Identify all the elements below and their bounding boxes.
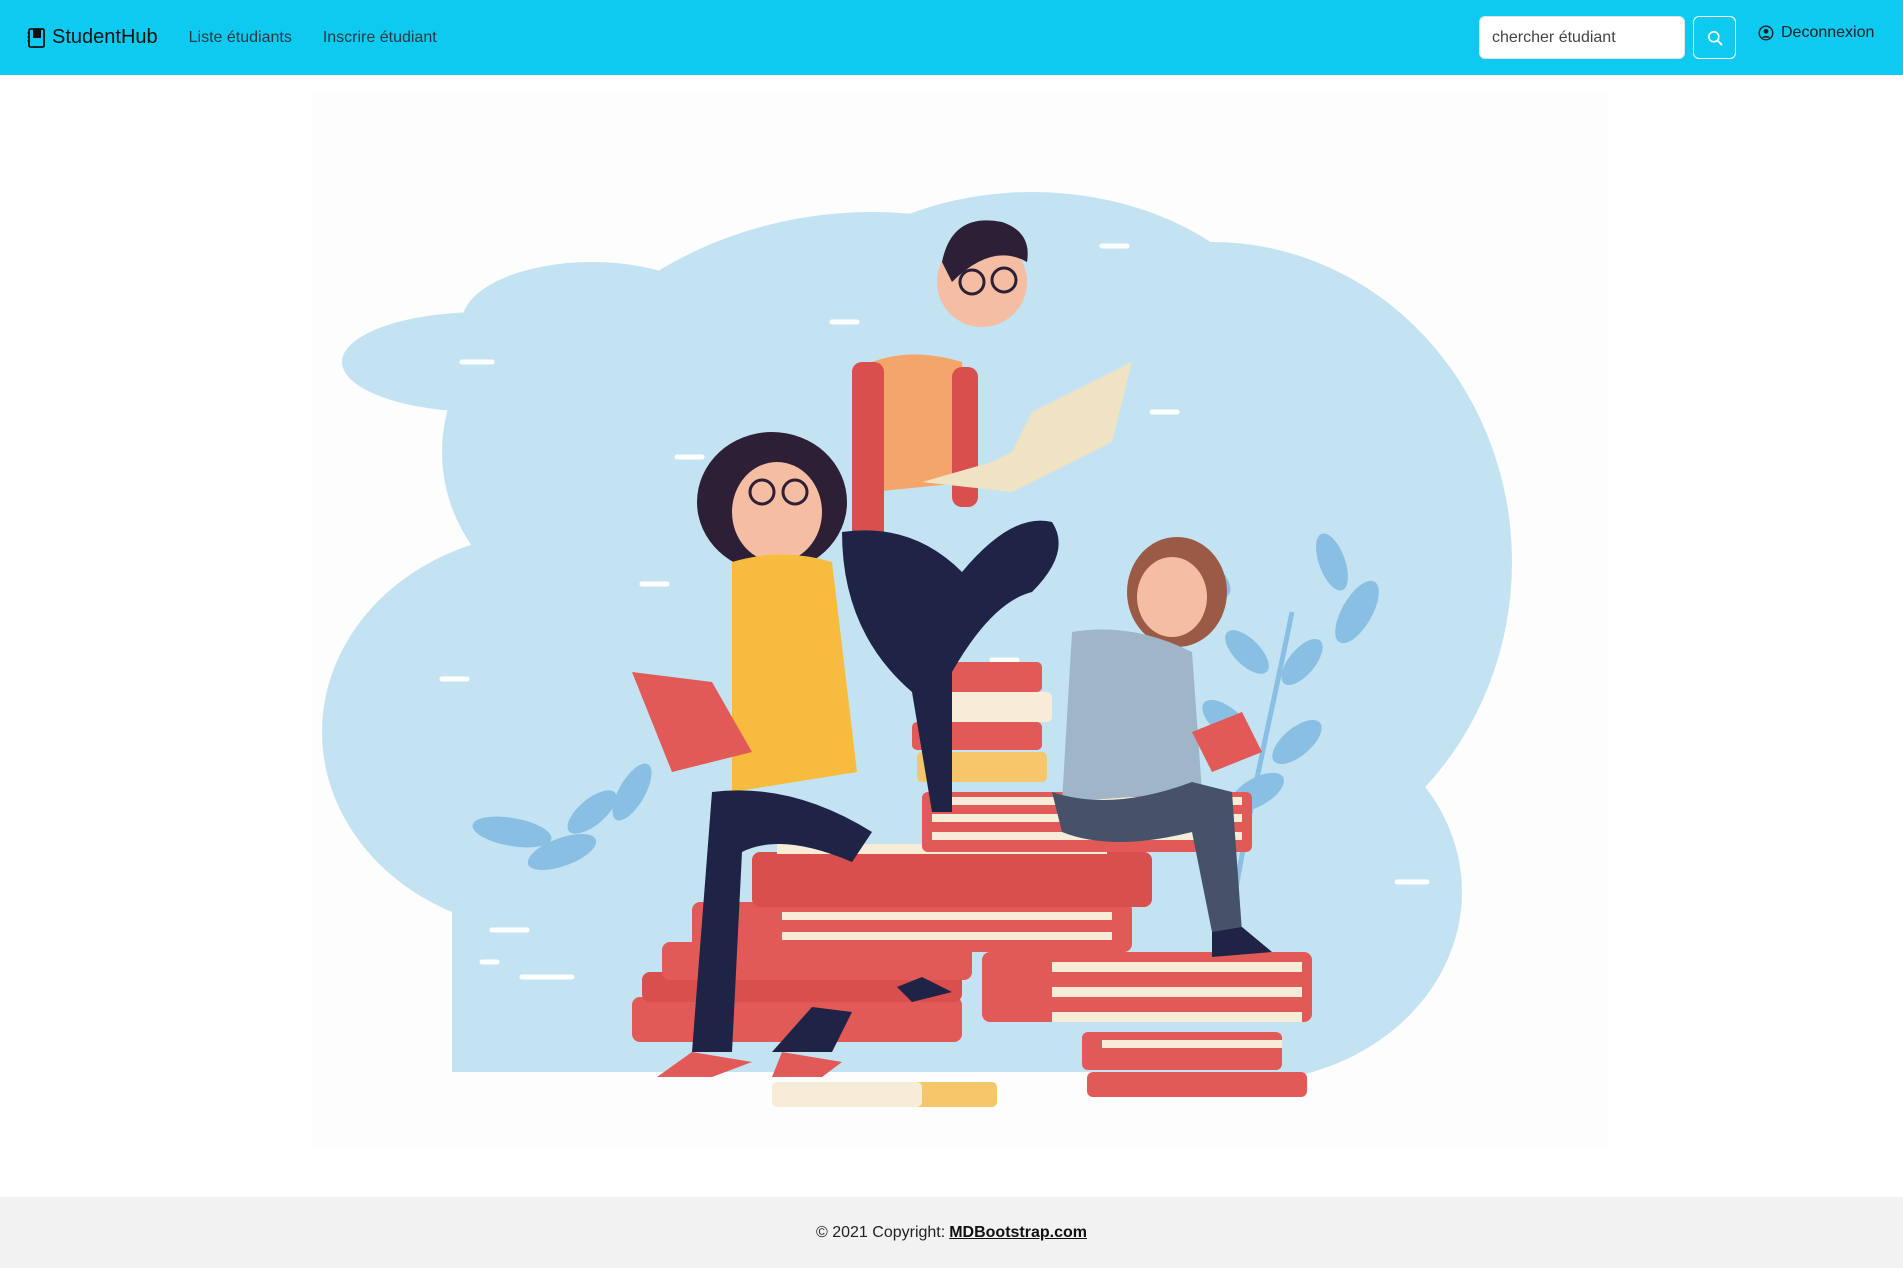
footer-copyright: © 2021 Copyright: <box>816 1223 946 1241</box>
nav-link-inscrire-etudiant[interactable]: Inscrire étudiant <box>323 29 437 47</box>
logout-label: Deconnexion <box>1781 24 1875 41</box>
footer-link[interactable]: MDBootstrap.com <box>949 1224 1087 1242</box>
search-input[interactable] <box>1479 16 1685 59</box>
logout-link[interactable]: Deconnexion <box>1758 24 1874 42</box>
hero-illustration <box>312 92 1607 1147</box>
students-reading-illustration <box>322 192 1512 1107</box>
nav-link-liste-etudiants[interactable]: Liste étudiants <box>189 29 292 47</box>
search-icon <box>1707 30 1722 45</box>
search-button[interactable] <box>1693 16 1736 59</box>
user-circle-icon <box>1758 25 1774 41</box>
search-form <box>1479 16 1736 59</box>
brand-name: StudentHub <box>52 26 158 48</box>
navbar: StudentHub Liste étudiants Inscrire étud… <box>0 0 1903 75</box>
brand-link[interactable]: StudentHub <box>27 26 158 49</box>
footer: © 2021 Copyright: MDBootstrap.com <box>0 1197 1903 1268</box>
book-icon <box>27 27 45 48</box>
